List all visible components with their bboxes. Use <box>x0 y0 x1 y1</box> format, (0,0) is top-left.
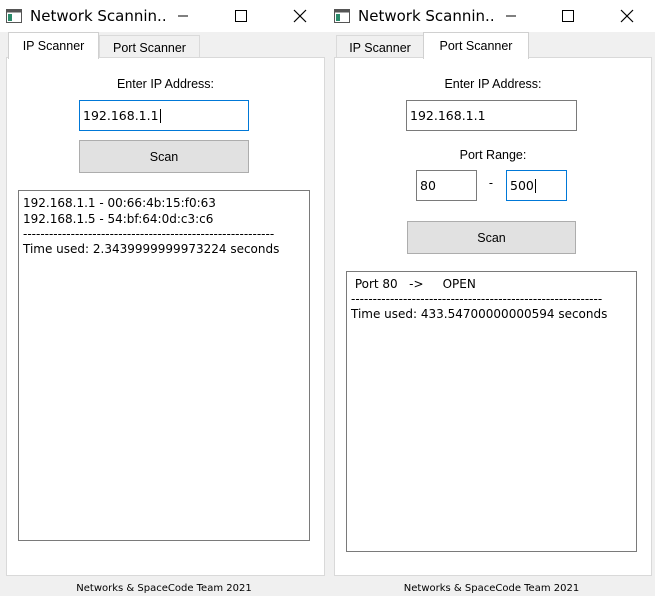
ip-address-label: Enter IP Address: <box>444 77 542 91</box>
scan-button[interactable]: Scan <box>79 140 249 173</box>
port-from-value: 80 <box>420 178 436 193</box>
ip-address-value: 192.168.1.1 <box>410 108 486 123</box>
app-window-icon <box>6 8 22 24</box>
minimize-icon[interactable] <box>172 5 194 27</box>
tab-bar: IP Scanner Port Scanner <box>328 32 655 59</box>
result-line: 192.168.1.1 - 00:66:4b:15:f0:63 <box>23 196 216 210</box>
scan-output-box[interactable]: Port 80 -> OPEN ------------------------… <box>346 271 637 552</box>
scan-output-box[interactable]: 192.168.1.1 - 00:66:4b:15:f0:63 192.168.… <box>18 190 310 541</box>
footer-credit: Networks & SpaceCode Team 2021 <box>76 583 252 594</box>
close-icon[interactable] <box>616 5 638 27</box>
text-caret <box>534 178 536 193</box>
port-result-line: Port 80 -> OPEN <box>351 277 476 291</box>
port-range-dash: - <box>488 176 494 190</box>
text-caret <box>159 108 161 123</box>
ip-scanner-window: Network Scannin... IP Scanner Port Scann… <box>0 0 328 596</box>
ip-address-value: 192.168.1.1 <box>83 108 159 123</box>
tab-port-scanner[interactable]: Port Scanner <box>99 35 200 59</box>
ip-address-input[interactable]: 192.168.1.1 <box>79 100 249 131</box>
tab-port-scanner[interactable]: Port Scanner <box>423 32 529 59</box>
maximize-icon[interactable] <box>557 5 579 27</box>
maximize-icon[interactable] <box>230 5 252 27</box>
app-window-icon <box>334 8 350 24</box>
close-icon[interactable] <box>289 5 311 27</box>
tab-ip-scanner[interactable]: IP Scanner <box>336 35 424 59</box>
port-scanner-window: Network Scannin... IP Scanner Port Scann… <box>328 0 655 596</box>
tab-bar: IP Scanner Port Scanner <box>0 32 328 59</box>
port-from-input[interactable]: 80 <box>416 170 477 201</box>
scan-button[interactable]: Scan <box>407 221 576 254</box>
time-used-line: Time used: 2.3439999999973224 seconds <box>23 242 280 256</box>
title-bar[interactable]: Network Scannin... <box>328 0 655 32</box>
port-to-value: 500 <box>510 178 534 193</box>
result-line: 192.168.1.5 - 54:bf:64:0d:c3:c6 <box>23 212 214 226</box>
port-range-label: Port Range: <box>459 148 527 162</box>
port-to-input[interactable]: 500 <box>506 170 567 201</box>
ip-address-input[interactable]: 192.168.1.1 <box>406 100 577 131</box>
port-scanner-panel: Enter IP Address: 192.168.1.1 Port Range… <box>334 57 652 576</box>
ip-address-label: Enter IP Address: <box>116 77 215 91</box>
window-title: Network Scannin... <box>30 7 165 25</box>
minimize-icon[interactable] <box>500 5 522 27</box>
ip-scanner-panel: Enter IP Address: 192.168.1.1 Scan 192.1… <box>6 57 325 576</box>
footer-credit: Networks & SpaceCode Team 2021 <box>403 583 580 594</box>
tab-ip-scanner[interactable]: IP Scanner <box>8 32 99 59</box>
time-used-line: Time used: 433.54700000000594 seconds <box>351 307 608 321</box>
title-bar[interactable]: Network Scannin... <box>0 0 328 32</box>
separator-line: ----------------------------------------… <box>351 292 603 306</box>
window-title: Network Scannin... <box>358 7 493 25</box>
separator-line: ----------------------------------------… <box>23 227 275 241</box>
